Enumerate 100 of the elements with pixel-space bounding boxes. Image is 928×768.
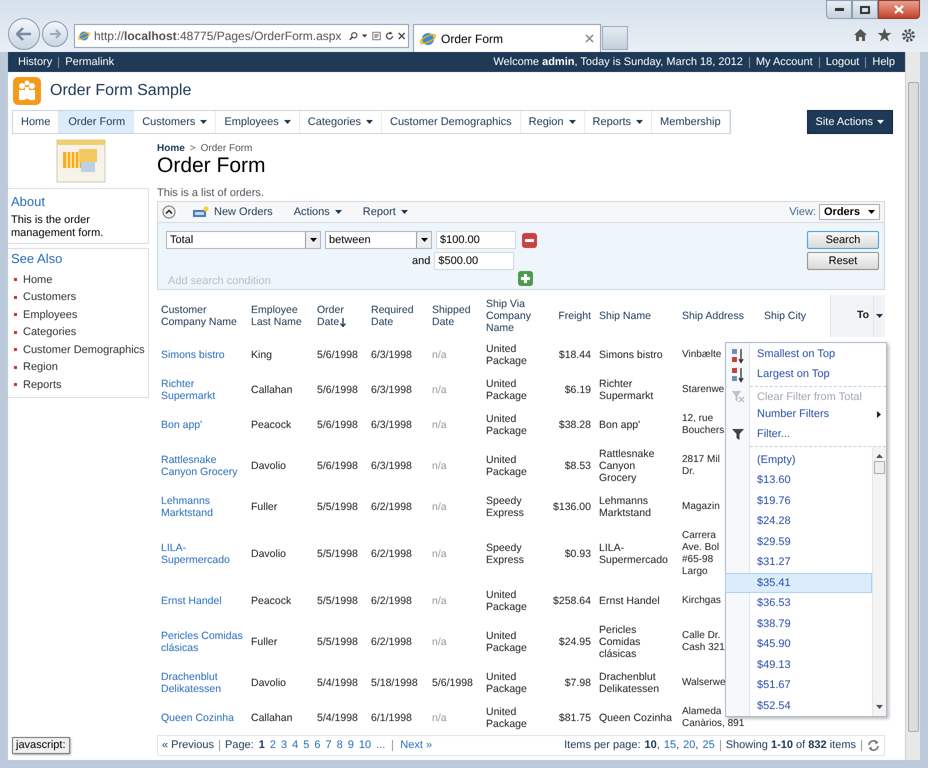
customer-link[interactable]: Simons bistro: [161, 348, 243, 360]
column-header[interactable]: Customer Company Name: [157, 295, 247, 337]
top-link[interactable]: Help: [872, 54, 895, 70]
customer-link[interactable]: Pericles Comidas clásicas: [161, 630, 243, 654]
collapse-icon[interactable]: [162, 205, 176, 219]
scroll-down-icon[interactable]: [876, 705, 883, 709]
filter-value-item[interactable]: $29.59: [750, 532, 872, 552]
column-header[interactable]: Ship City: [760, 295, 830, 337]
page-link[interactable]: 9: [348, 737, 354, 754]
column-header[interactable]: Order Date: [313, 295, 367, 337]
scrollbar-thumb[interactable]: [908, 82, 918, 732]
new-orders-button[interactable]: New Orders: [193, 204, 273, 220]
maximize-button[interactable]: [852, 0, 878, 19]
dropdown-button[interactable]: [416, 232, 431, 248]
sidebar-link[interactable]: Home: [23, 272, 52, 288]
filter-value-item[interactable]: $36.53: [750, 593, 872, 614]
refresh-icon[interactable]: [867, 739, 880, 752]
value-field[interactable]: $100.00: [436, 231, 516, 249]
address-bar[interactable]: http://localhost:48775/Pages/OrderForm.aspx: [74, 24, 409, 48]
filter-value-item[interactable]: $19.76: [750, 490, 872, 511]
field-select[interactable]: Total: [166, 231, 321, 249]
site-actions-button[interactable]: Site Actions: [806, 110, 893, 134]
view-select[interactable]: Orders: [819, 204, 880, 220]
page-size-link[interactable]: 25: [702, 737, 715, 754]
customer-link[interactable]: Bon app': [161, 418, 243, 430]
scroll-up-icon[interactable]: [876, 454, 883, 458]
previous-link[interactable]: « Previous: [162, 737, 214, 754]
column-header[interactable]: Employee Last Name: [247, 295, 313, 337]
page-link[interactable]: 4: [292, 737, 298, 754]
dropdown-button[interactable]: [305, 232, 320, 248]
filter-value-item[interactable]: $35.41: [725, 572, 872, 593]
customer-link[interactable]: Lehmanns Marktstand: [161, 494, 243, 518]
home-icon[interactable]: [853, 28, 868, 42]
menu-item[interactable]: Filter...: [750, 424, 886, 444]
top-link[interactable]: History: [18, 54, 52, 70]
sidebar-link[interactable]: Reports: [23, 376, 62, 393]
customer-link[interactable]: Rattlesnake Canyon Grocery: [161, 454, 243, 478]
operator-select[interactable]: between: [325, 231, 432, 249]
menu-item[interactable]: Number Filters: [750, 405, 886, 424]
column-header[interactable]: Shipped Date: [428, 295, 482, 337]
top-link[interactable]: My Account: [756, 54, 813, 70]
reset-button[interactable]: Reset: [807, 252, 879, 270]
filter-value-item[interactable]: $24.28: [750, 511, 872, 532]
page-link[interactable]: 3: [280, 737, 288, 754]
toolbar-menu[interactable]: Report: [362, 204, 408, 220]
next-link[interactable]: Next »: [400, 737, 432, 754]
nav-tab[interactable]: Reports: [584, 111, 652, 133]
scrollbar[interactable]: [905, 52, 920, 760]
customer-link[interactable]: LILA-Supermercado: [161, 542, 243, 566]
filter-value-item[interactable]: $45.90: [750, 634, 872, 654]
search-button[interactable]: Search: [807, 231, 879, 249]
page-size-link[interactable]: 20: [683, 737, 696, 754]
filter-value-item[interactable]: $52.54: [750, 696, 872, 716]
page-link[interactable]: 5: [303, 737, 310, 754]
customer-link[interactable]: Drachenblut Delikatessen: [161, 670, 243, 694]
page-link[interactable]: 2: [270, 737, 276, 754]
column-header[interactable]: Freight: [545, 295, 595, 337]
page-link[interactable]: 10: [358, 737, 372, 754]
forward-button[interactable]: [42, 21, 68, 47]
column-header[interactable]: Required Date: [367, 295, 428, 337]
breadcrumb-link[interactable]: Home: [157, 140, 185, 156]
close-icon[interactable]: [398, 31, 406, 41]
remove-condition-button[interactable]: [522, 232, 537, 248]
top-link[interactable]: Logout: [826, 54, 860, 70]
filter-value-item[interactable]: $38.79: [750, 614, 872, 634]
sidebar-link[interactable]: Region: [23, 359, 58, 376]
settings-icon[interactable]: [901, 28, 916, 43]
page-size-link[interactable]: 10: [644, 737, 657, 754]
sidebar-link[interactable]: Categories: [23, 324, 76, 340]
filter-value-item[interactable]: $13.60: [750, 470, 872, 490]
page-link[interactable]: 6: [314, 737, 320, 754]
sidebar-link[interactable]: Customers: [23, 289, 76, 306]
sidebar-link[interactable]: Customer Demographics: [23, 342, 145, 358]
minimize-button[interactable]: [826, 0, 852, 19]
search-icon[interactable]: [349, 30, 358, 42]
star-icon[interactable]: [877, 28, 892, 42]
toolbar-menu[interactable]: Actions: [294, 204, 342, 220]
page-link[interactable]: 8: [336, 737, 343, 754]
nav-tab[interactable]: Region: [520, 111, 585, 133]
menu-item[interactable]: Smallest on Top: [750, 345, 886, 364]
close-button[interactable]: [878, 0, 920, 19]
nav-tab[interactable]: Categories: [300, 111, 382, 133]
menu-item[interactable]: Largest on Top: [750, 364, 886, 384]
nav-tab[interactable]: Customer Demographics: [382, 111, 521, 133]
nav-tab[interactable]: Customers: [134, 111, 216, 133]
add-condition-button[interactable]: [518, 271, 533, 286]
filter-value-item[interactable]: $31.27: [750, 552, 872, 572]
scrollbar-thumb[interactable]: [874, 460, 885, 474]
back-button[interactable]: [8, 18, 40, 50]
refresh-icon[interactable]: [384, 30, 394, 42]
browser-tab[interactable]: Order Form: [413, 24, 601, 52]
filter-value-item[interactable]: $51.67: [750, 675, 872, 696]
top-link[interactable]: Permalink: [65, 54, 114, 70]
column-header[interactable]: Ship Name: [595, 295, 678, 337]
customer-link[interactable]: Queen Cozinha: [161, 712, 243, 724]
caret-icon[interactable]: [362, 34, 368, 38]
nav-tab[interactable]: Order Form: [59, 111, 134, 133]
page-size-link[interactable]: 15: [664, 737, 676, 754]
column-header[interactable]: Ship Via Company Name: [482, 295, 545, 337]
value-field[interactable]: $500.00: [434, 252, 514, 270]
